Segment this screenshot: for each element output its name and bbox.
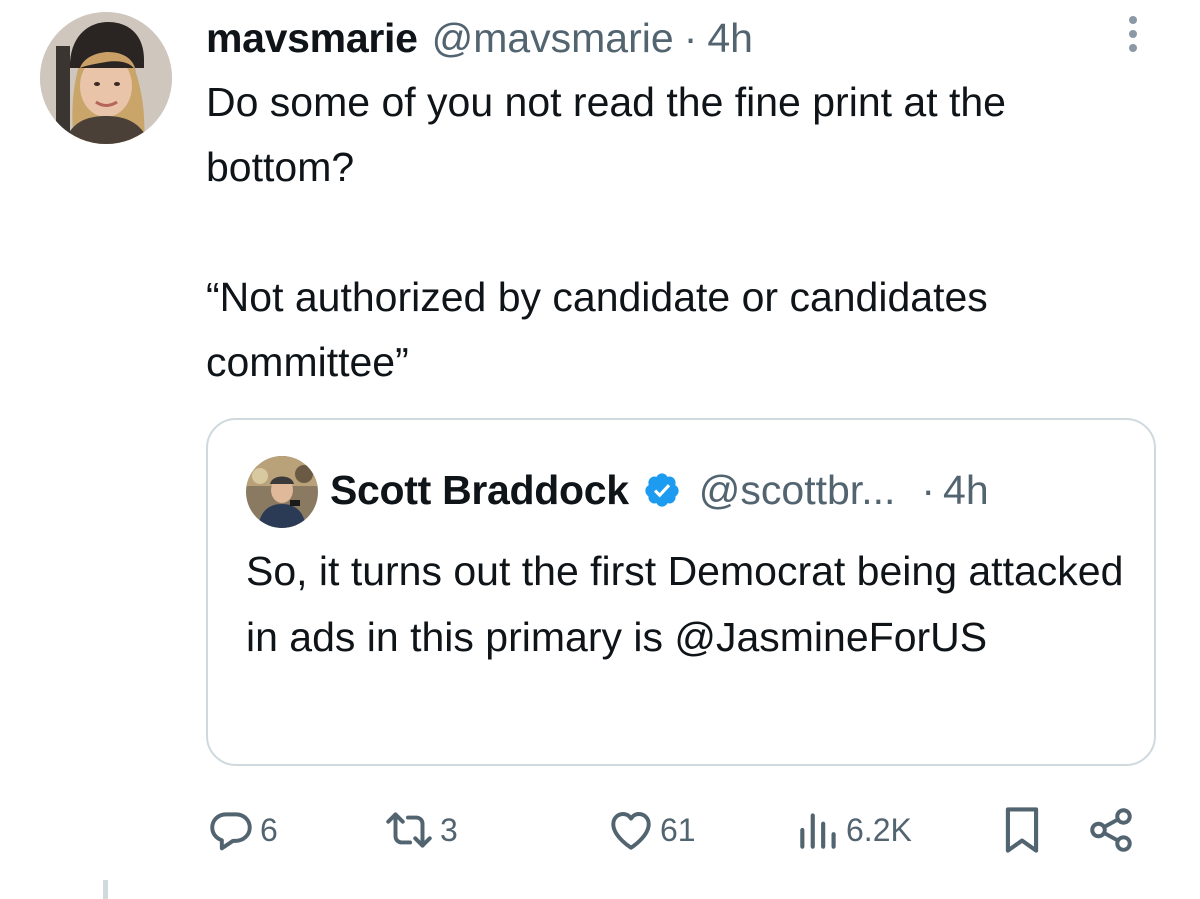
repost-button[interactable]: 3	[382, 800, 458, 860]
reply-count: 6	[260, 811, 278, 848]
quoted-tweet-timestamp[interactable]: 4h	[943, 467, 989, 514]
more-vertical-icon-dot	[1129, 30, 1137, 38]
reply-icon	[210, 812, 252, 851]
quoted-tweet-text: So, it turns out the first Democrat bein…	[246, 548, 1124, 660]
reply-button[interactable]: 6	[206, 800, 278, 860]
separator-dot: ·	[683, 14, 698, 61]
quoted-tweet-header: Scott Braddock @scottbr... · 4h	[330, 462, 989, 518]
views-count: 6.2K	[846, 811, 912, 848]
tweet-header: mavsmarie @mavsmarie · 4h	[206, 10, 753, 66]
quoted-separator-dot: ·	[921, 466, 936, 513]
tweet-paragraph-spacer	[206, 200, 1146, 265]
repost-count: 3	[440, 811, 458, 848]
more-vertical-icon	[1129, 16, 1137, 24]
like-count: 61	[660, 811, 696, 848]
author-avatar-image	[40, 12, 172, 144]
like-button[interactable]: 61	[606, 800, 696, 860]
author-handle[interactable]: @mavsmarie	[432, 15, 674, 62]
bookmark-button[interactable]	[998, 800, 1046, 860]
quoted-author-handle[interactable]: @scottbr...	[699, 467, 896, 514]
tweet-timestamp[interactable]: 4h	[707, 15, 753, 62]
more-options-button[interactable]	[1116, 10, 1150, 58]
views-icon	[800, 813, 836, 849]
tweet-text: Do some of you not read the fine print a…	[206, 70, 1146, 395]
share-icon	[1090, 808, 1132, 852]
share-button[interactable]	[1086, 800, 1136, 860]
tweet-action-bar: 6 3 61 6.2K	[206, 800, 1146, 860]
tweet-paragraph: “Not authorized by candidate or candidat…	[206, 274, 988, 385]
views-button[interactable]: 6.2K	[796, 800, 912, 860]
quoted-author-avatar[interactable]	[246, 456, 318, 528]
thread-line	[103, 880, 108, 899]
quoted-author-name[interactable]: Scott Braddock	[330, 467, 629, 514]
author-name[interactable]: mavsmarie	[206, 15, 418, 62]
more-vertical-icon-dot	[1129, 44, 1137, 52]
quoted-tweet-card[interactable]: Scott Braddock @scottbr... · 4h So, it t…	[206, 418, 1156, 766]
heart-icon	[611, 811, 651, 850]
verified-badge-icon	[645, 473, 679, 507]
tweet-paragraph: Do some of you not read the fine print a…	[206, 79, 1006, 190]
author-avatar[interactable]	[40, 12, 172, 144]
bookmark-icon	[1005, 807, 1039, 853]
repost-icon	[386, 812, 432, 848]
quoted-author-avatar-image	[246, 456, 318, 528]
